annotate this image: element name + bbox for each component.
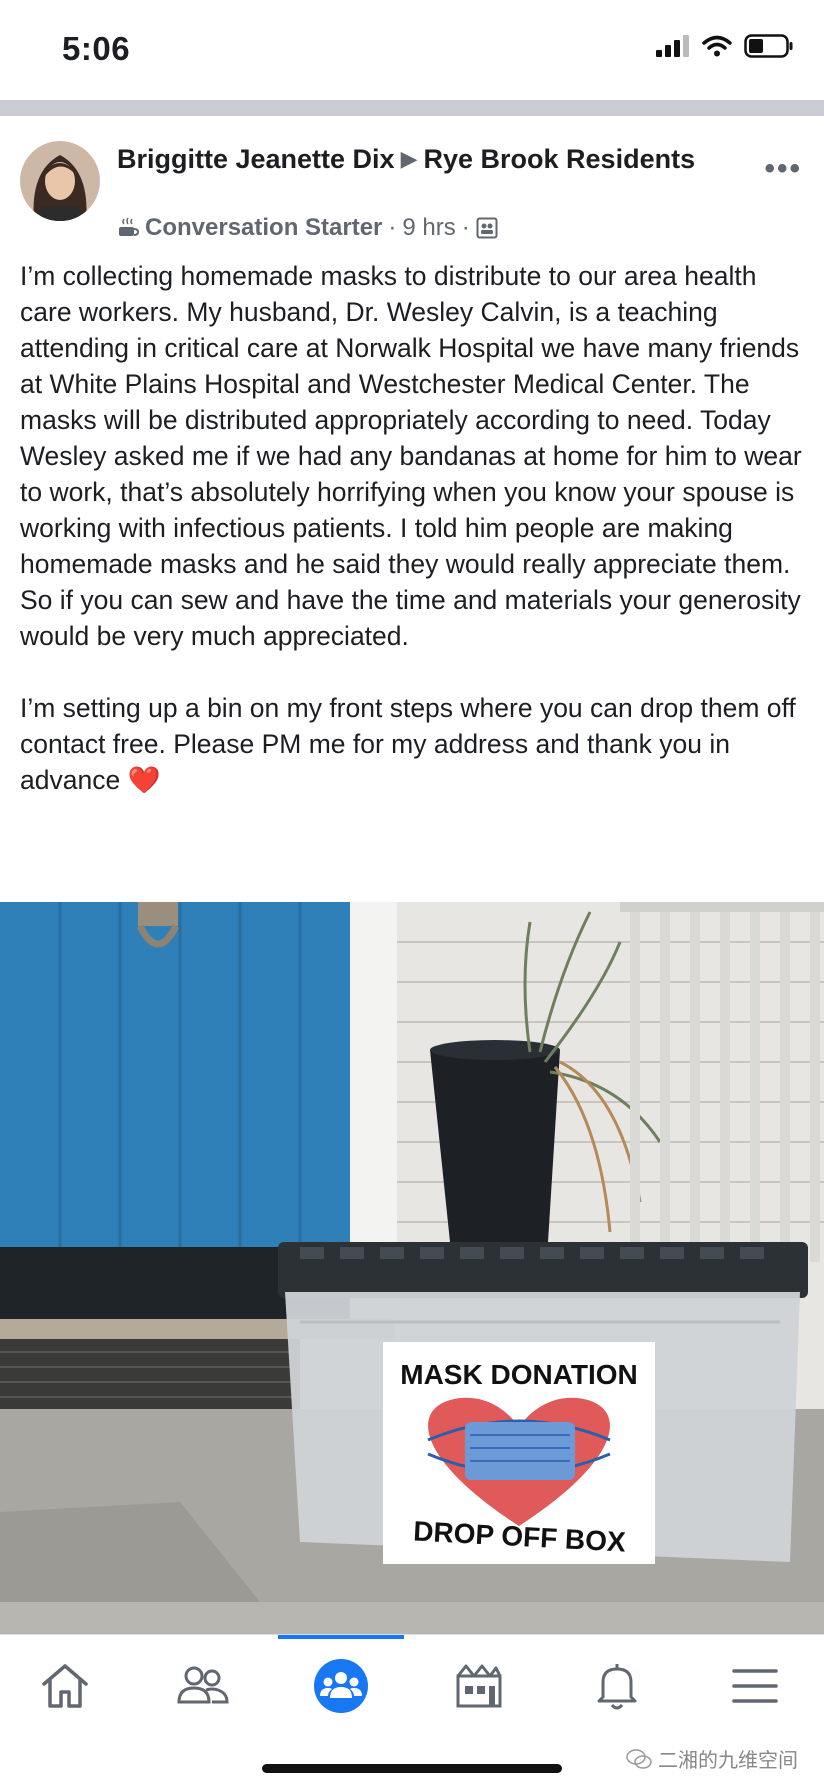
coffee-cup-icon bbox=[119, 217, 139, 236]
tab-notifications[interactable] bbox=[577, 1651, 657, 1721]
arrow-right-icon: ▶ bbox=[400, 146, 418, 171]
tab-groups[interactable] bbox=[301, 1651, 381, 1721]
signal-icon bbox=[656, 35, 689, 57]
meta-dot: · bbox=[461, 214, 470, 241]
post-meta: Conversation Starter · 9 hrs · bbox=[117, 214, 498, 242]
author-name[interactable]: Briggitte Jeanette Dix bbox=[117, 144, 395, 174]
status-time: 5:06 bbox=[62, 30, 131, 67]
bottom-tab-bar bbox=[0, 1634, 824, 1745]
friends-icon bbox=[177, 1666, 229, 1704]
post-header: Briggitte Jeanette Dix ▶ Rye Brook Residen… bbox=[0, 116, 824, 246]
more-options-button[interactable]: ••• bbox=[764, 152, 802, 186]
meta-dot: · bbox=[388, 214, 397, 241]
battery-icon bbox=[744, 34, 793, 58]
status-bar: 5:06 bbox=[0, 0, 824, 92]
menu-icon bbox=[732, 1669, 778, 1703]
active-tab-indicator bbox=[278, 1635, 404, 1639]
post-time[interactable]: 9 hrs bbox=[402, 214, 455, 242]
group-privacy-icon bbox=[476, 217, 498, 239]
tab-menu[interactable] bbox=[715, 1651, 795, 1721]
tab-friends[interactable] bbox=[163, 1651, 243, 1721]
wechat-icon bbox=[626, 1748, 652, 1769]
watermark: 二湘的九维空间 bbox=[626, 1744, 798, 1773]
tab-marketplace[interactable] bbox=[439, 1651, 519, 1721]
post-photo[interactable]: MASK DONATION DROP OFF BOX bbox=[0, 902, 824, 1634]
home-indicator[interactable] bbox=[262, 1764, 562, 1773]
home-icon bbox=[42, 1664, 88, 1708]
post-author-line: Briggitte Jeanette Dix ▶ Rye Brook Residen… bbox=[117, 142, 737, 176]
notifications-icon bbox=[597, 1664, 637, 1710]
badge-label: Conversation Starter bbox=[145, 214, 383, 241]
feed-separator bbox=[0, 100, 824, 116]
wifi-icon bbox=[702, 35, 732, 57]
avatar[interactable] bbox=[20, 141, 100, 221]
watermark-text: 二湘的九维空间 bbox=[658, 1750, 798, 1772]
sign-top-text: MASK DONATION bbox=[400, 1359, 637, 1390]
status-icons bbox=[656, 34, 794, 58]
group-name[interactable]: Rye Brook Residents bbox=[424, 144, 696, 174]
groups-icon bbox=[314, 1659, 368, 1713]
marketplace-icon bbox=[456, 1664, 502, 1708]
tab-home[interactable] bbox=[25, 1651, 105, 1721]
post-body-text: I’m collecting homemade masks to distrib… bbox=[20, 261, 802, 795]
